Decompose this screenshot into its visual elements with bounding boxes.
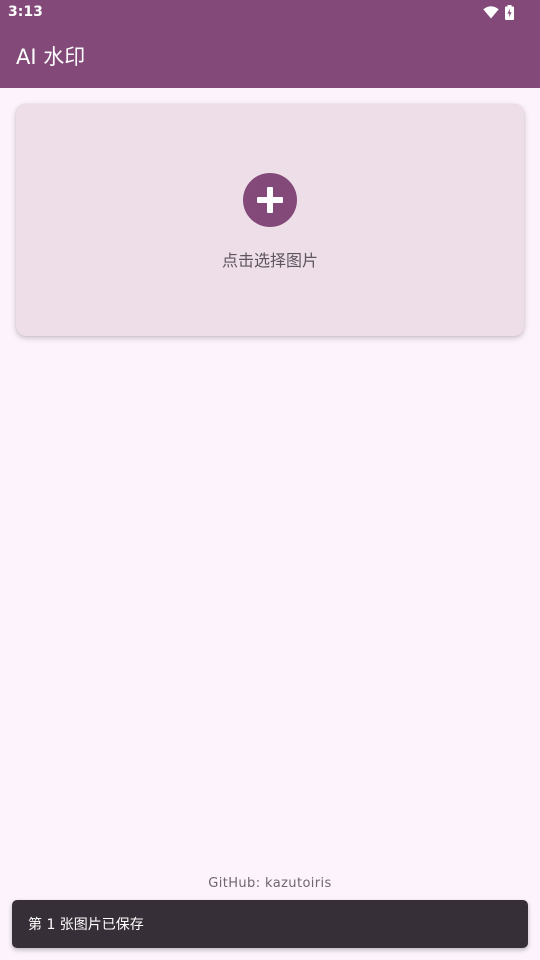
status-bar: 3:13 xyxy=(0,0,540,24)
battery-charging-icon xyxy=(505,4,514,20)
add-circle-icon xyxy=(243,173,297,227)
snackbar-message: 第 1 张图片已保存 xyxy=(28,917,144,933)
snackbar: 第 1 张图片已保存 xyxy=(12,900,528,948)
select-image-label: 点击选择图片 xyxy=(221,251,318,270)
github-link[interactable]: GitHub: kazutoiris xyxy=(0,876,540,892)
wifi-icon xyxy=(483,5,499,19)
status-time: 3:13 xyxy=(8,4,43,20)
select-image-card[interactable]: 点击选择图片 xyxy=(16,104,524,336)
app-title: AI 水印 xyxy=(16,45,86,69)
status-icons xyxy=(483,4,514,20)
app-bar: AI 水印 xyxy=(0,24,540,88)
